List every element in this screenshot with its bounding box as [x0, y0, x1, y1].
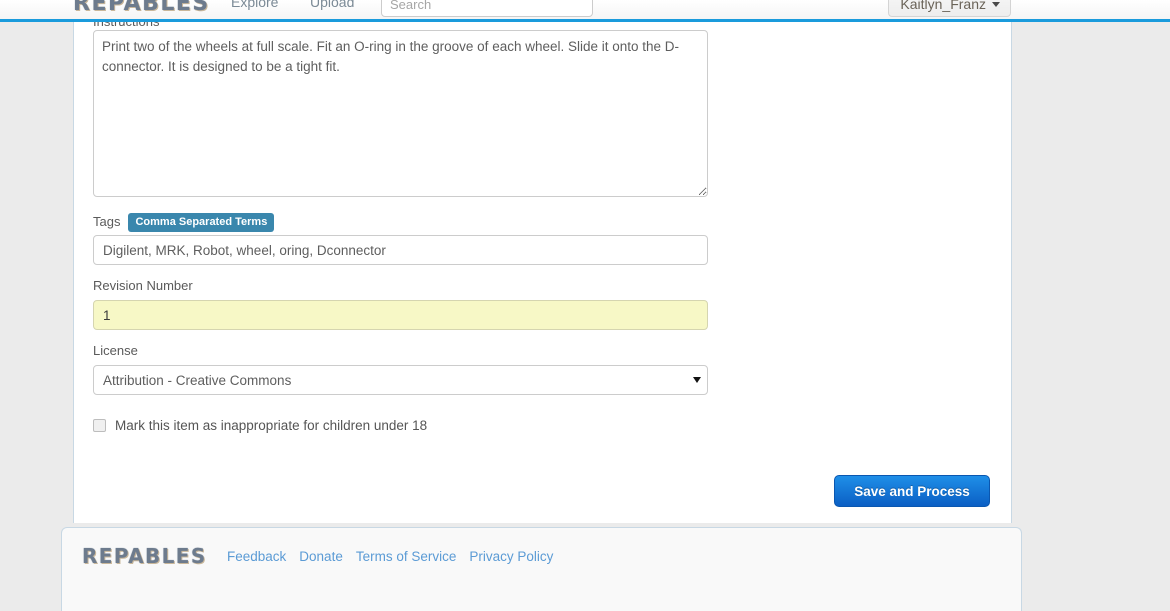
- nav-upload[interactable]: Upload: [310, 0, 354, 10]
- mature-content-checkbox[interactable]: [93, 419, 106, 432]
- footer-link-list: Feedback Donate Terms of Service Privacy…: [227, 549, 553, 564]
- footer-link-donate[interactable]: Donate: [299, 549, 343, 564]
- revision-label: Revision Number: [93, 278, 193, 293]
- user-menu-label: Kaitlyn_Franz: [900, 0, 986, 12]
- site-logo[interactable]: REPABLES: [73, 0, 210, 16]
- license-label: License: [93, 343, 138, 358]
- tags-label-text: Tags: [93, 214, 121, 229]
- tags-input[interactable]: [93, 235, 708, 265]
- chevron-down-icon: [992, 1, 1000, 7]
- footer-link-terms[interactable]: Terms of Service: [356, 549, 457, 564]
- mature-content-row[interactable]: Mark this item as inappropriate for chil…: [93, 418, 427, 433]
- upload-form-panel: Instructions TagsComma Separated Terms R…: [73, 14, 1012, 523]
- license-select[interactable]: Attribution - Creative CommonsAttributio…: [93, 365, 708, 395]
- footer-logo: REPABLES: [82, 544, 207, 568]
- tags-hint-badge: Comma Separated Terms: [128, 213, 275, 232]
- tags-label: Tags Comma Separated Terms: [93, 213, 275, 232]
- search-input[interactable]: [381, 0, 593, 17]
- footer-link-privacy[interactable]: Privacy Policy: [469, 549, 553, 564]
- save-and-process-button[interactable]: Save and Process: [834, 475, 990, 507]
- instructions-textarea[interactable]: [93, 30, 708, 197]
- mature-content-label: Mark this item as inappropriate for chil…: [115, 418, 428, 433]
- site-footer: REPABLES Feedback Donate Terms of Servic…: [61, 527, 1022, 611]
- footer-link-feedback[interactable]: Feedback: [227, 549, 286, 564]
- revision-number-input[interactable]: [93, 300, 708, 330]
- nav-explore[interactable]: Explore: [231, 0, 278, 10]
- user-menu-button[interactable]: Kaitlyn_Franz: [888, 0, 1011, 17]
- top-navbar: REPABLES Explore Upload Kaitlyn_Franz: [0, 0, 1170, 22]
